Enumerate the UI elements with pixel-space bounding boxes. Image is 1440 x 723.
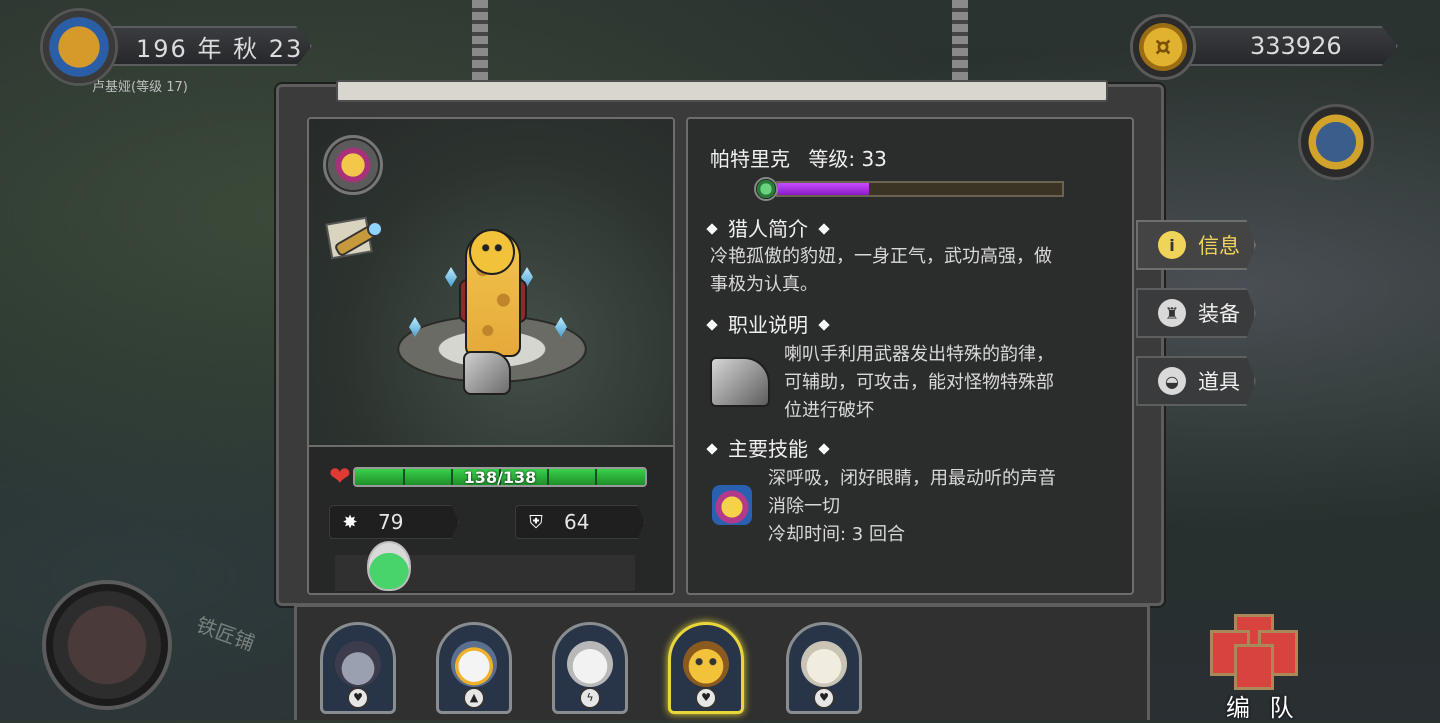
monster-alert-icon[interactable] [1298,104,1374,180]
window-top-rail [336,80,1108,102]
role-badge-icon: ▲ [463,687,485,709]
defense-value: 64 [564,510,590,534]
player-name-label: 卢基娅(等级 17) [92,80,188,95]
character-level: 等级: 33 [808,147,887,171]
tab-equipment[interactable]: ♜ 装备 [1136,288,1256,338]
class-text-line: 喇叭手利用武器发出特殊的韵律， [784,344,1054,365]
team-formation-button[interactable] [1206,614,1302,696]
hp-value: 138/138 [463,468,537,487]
role-badge-icon: ♥ [347,687,369,709]
class-text: 喇叭手利用武器发出特殊的韵律， 可辅助，可攻击，能对怪物特殊部 位进行破坏 [784,341,1054,425]
xp-bar-track [776,181,1064,197]
horn-weapon-icon [463,351,511,395]
map-label-blacksmith: 铁匠铺 [193,612,258,656]
pouch-icon: ◒ [1158,367,1186,395]
tab-items-label: 道具 [1198,370,1240,394]
intro-text-line: 冷艳孤傲的豹妞，一身正气，武功高强，做 [710,246,1052,267]
heart-icon: ❤ [329,462,351,492]
potion-icon[interactable] [367,541,411,591]
chain-left-decoration [472,0,488,90]
chain-right-decoration [952,0,968,90]
attack-icon: ✸ [342,511,358,533]
intro-text-line: 事极为认真。 [710,274,818,295]
coin-icon: ¤ [1130,14,1196,80]
tab-equipment-label: 装备 [1198,302,1240,326]
hp-bar: 138/138 [353,467,647,487]
team-member-white-hair[interactable]: ♥ [786,622,862,714]
character-name: 帕特里克 [710,147,790,171]
pirate-portrait [335,641,381,687]
team-formation-label: 编 队 [1226,694,1300,722]
white-hair-portrait [801,641,847,687]
class-section-title: 职业说明 [706,309,830,338]
music-note-skill-icon[interactable] [712,485,752,525]
skill-cooldown: 冷却时间: 3 回合 [768,524,905,545]
gold-amount: 333926 [1190,26,1398,66]
team-member-leopard[interactable]: ♥ [668,622,744,714]
character-display [309,119,673,445]
role-badge-icon: ♥ [695,687,717,709]
team-member-eagle[interactable]: ▲ [436,622,512,714]
music-skill-icon[interactable] [323,135,383,195]
blacksmith-building-icon[interactable] [42,580,172,710]
armor-icon: ♜ [1158,299,1186,327]
experience-bar [754,177,1066,201]
xp-bar-fill [778,183,869,195]
tab-info[interactable]: i 信息 [1136,220,1256,270]
role-badge-icon: ♥ [813,687,835,709]
intro-text: 冷艳孤傲的豹妞，一身正气，武功高强，做 事极为认真。 [710,243,1052,299]
shield-icon: ⛨ [529,511,543,533]
skill-text-line: 深呼吸，闭好眼睛，用最动听的声音 [768,468,1056,489]
character-stats: 138/138 ❤ ✸ 79 ⛨ 64 [309,445,673,593]
team-member-polar-bear[interactable]: ϟ [552,622,628,714]
character-name-level: 帕特里克 等级: 33 [710,143,887,172]
crystal-icon [445,267,457,287]
season-icon [40,8,118,86]
role-badge-icon: ϟ [579,687,601,709]
skill-section-title: 主要技能 [706,433,830,462]
team-card-icon [1234,644,1274,690]
eagle-portrait [451,641,497,687]
skill-text-line: 消除一切 [768,496,840,517]
horn-class-icon [710,357,770,407]
attack-stat: ✸ 79 [329,505,459,539]
hunter-description-panel: 帕特里克 等级: 33 猎人简介 冷艳孤傲的豹妞，一身正气，武功高强，做 事极为… [686,117,1134,595]
attack-value: 79 [378,510,404,534]
class-text-line: 可辅助，可攻击，能对怪物特殊部 [784,372,1054,393]
polar-bear-portrait [567,641,613,687]
team-member-pirate[interactable]: ♥ [320,622,396,714]
calendar-date: 196 年 秋 23 [112,26,312,66]
rank-up-icon [754,177,778,201]
tab-info-label: 信息 [1198,234,1240,258]
leopard-portrait [683,641,729,687]
skill-text: 深呼吸，闭好眼睛，用最动听的声音 消除一切 冷却时间: 3 回合 [768,465,1056,549]
leopard-character-head [469,229,515,275]
spyglass-icon[interactable] [325,215,387,263]
tab-items[interactable]: ◒ 道具 [1136,356,1256,406]
class-text-line: 位进行破坏 [784,400,874,421]
character-panel: 138/138 ❤ ✸ 79 ⛨ 64 [307,117,675,595]
intro-section-title: 猎人简介 [706,213,830,242]
info-icon: i [1158,231,1186,259]
defense-stat: ⛨ 64 [515,505,645,539]
